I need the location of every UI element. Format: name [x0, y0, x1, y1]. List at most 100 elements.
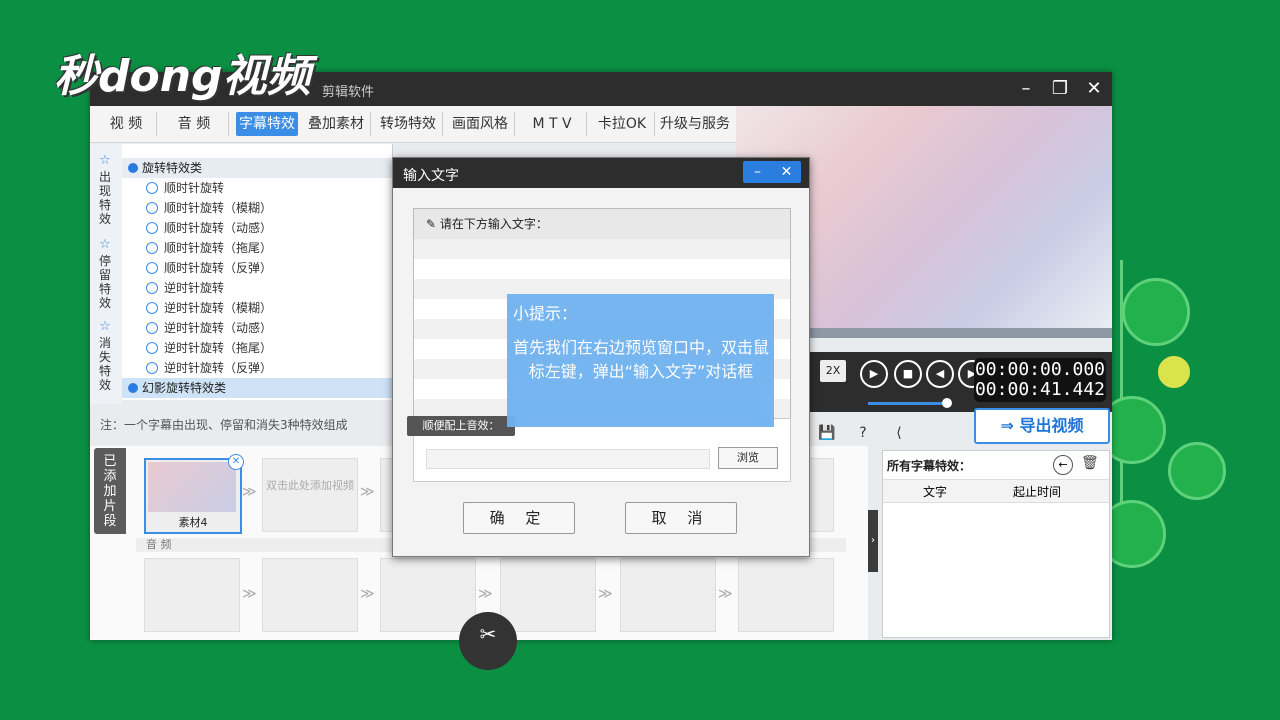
tip-heading: 小提示：: [513, 304, 578, 323]
radio-icon: [146, 262, 158, 274]
time-current: 00:00:00.000: [974, 359, 1106, 380]
effect-item[interactable]: 逆时针旋转（动感）: [122, 318, 392, 338]
effect-item[interactable]: 顺时针旋转（模糊）: [122, 198, 392, 218]
category-disappear[interactable]: ☆ 消失特效: [90, 320, 120, 393]
clip-name: 素材4: [178, 516, 208, 529]
tab-style[interactable]: 画面风格: [446, 112, 515, 136]
category-appear[interactable]: ☆ 出现特效: [90, 153, 120, 227]
main-tabs: 视 频 音 频 字幕特效 叠加素材 转场特效 画面风格 M T V 卡拉OK 升…: [90, 106, 736, 143]
radio-icon: [146, 342, 158, 354]
timecode-display: 00:00:00.000 00:00:41.442: [974, 358, 1106, 402]
empty-clip-slot[interactable]: 双击此处添加视频: [262, 458, 358, 532]
effect-item[interactable]: 顺时针旋转（动感）: [122, 218, 392, 238]
effect-item[interactable]: 逆时针旋转（反弹）: [122, 358, 392, 378]
effect-item[interactable]: 顺时针旋转（反弹）: [122, 258, 392, 278]
collapse-icon: [128, 383, 138, 393]
stop-icon[interactable]: ■: [894, 360, 922, 388]
close-icon[interactable]: ✕: [1082, 77, 1106, 101]
radio-icon: [146, 242, 158, 254]
close-icon[interactable]: ✕: [772, 161, 801, 183]
arrow-icon: ≫: [360, 586, 375, 602]
tip-overlay: 小提示： 首先我们在右边预览窗口中，双击鼠标左键，弹出“输入文字”对话框: [507, 294, 774, 427]
effect-item[interactable]: 逆时针旋转: [122, 278, 392, 298]
decor-dot: [1158, 356, 1190, 388]
cancel-button[interactable]: 取 消: [625, 502, 737, 534]
radio-icon: [146, 302, 158, 314]
effect-item[interactable]: 逆时针旋转（拖尾）: [122, 338, 392, 358]
category-stay[interactable]: ☆ 停留特效: [90, 237, 120, 311]
tab-video[interactable]: 视 频: [96, 112, 157, 136]
audio-slot[interactable]: [620, 558, 716, 632]
star-icon: ☆: [99, 237, 111, 252]
tab-transition[interactable]: 转场特效: [374, 112, 443, 136]
radio-icon: [146, 282, 158, 294]
star-icon: ☆: [99, 153, 111, 168]
arrow-icon: ≫: [718, 586, 733, 602]
audio-slot[interactable]: [738, 558, 834, 632]
audio-slot[interactable]: [380, 558, 476, 632]
share-icon[interactable]: ⟨: [890, 424, 908, 442]
arrow-icon: ≫: [598, 586, 613, 602]
tab-upgrade[interactable]: 升级与服务: [656, 112, 734, 136]
decor-circle: [1168, 442, 1226, 500]
radio-icon: [146, 362, 158, 374]
delete-icon[interactable]: 🗑: [1081, 455, 1099, 471]
radio-icon: [146, 182, 158, 194]
subtitle-effects-panel: 所有字幕特效： ← 🗑 文字 起止时间: [882, 450, 1110, 638]
panel-title: 所有字幕特效：: [887, 459, 972, 473]
help-icon[interactable]: ?: [854, 424, 872, 442]
tab-overlay[interactable]: 叠加素材: [302, 112, 371, 136]
back-icon[interactable]: ←: [1053, 455, 1073, 475]
added-clips-tab[interactable]: 已添加片段: [94, 448, 126, 534]
video-clip[interactable]: 素材4 ✕: [144, 454, 244, 534]
clip-thumbnail: [148, 462, 236, 512]
sound-file-input[interactable]: [426, 449, 710, 469]
dialog-title: 输入文字: [403, 168, 459, 184]
tab-mtv[interactable]: M T V: [518, 112, 587, 136]
col-text: 文字: [923, 485, 948, 499]
effect-item[interactable]: 顺时针旋转（拖尾）: [122, 238, 392, 258]
volume-slider[interactable]: [868, 402, 950, 405]
effect-group[interactable]: 幻影旋转特效类: [122, 378, 392, 398]
arrow-icon: ≫: [242, 586, 257, 602]
minimize-icon[interactable]: –: [743, 161, 772, 183]
audio-slot[interactable]: [262, 558, 358, 632]
export-video-button[interactable]: ⇒ 导出视频: [974, 408, 1110, 444]
tab-karaoke[interactable]: 卡拉OK: [590, 112, 655, 136]
speed-button[interactable]: 2X: [820, 360, 846, 382]
effect-list: 旋转特效类 顺时针旋转 顺时针旋转（模糊） 顺时针旋转（动感） 顺时针旋转（拖尾…: [122, 144, 393, 400]
audio-slot[interactable]: [500, 558, 596, 632]
radio-icon: [146, 222, 158, 234]
effect-item[interactable]: 逆时针旋转（模糊）: [122, 298, 392, 318]
effect-category-bar: ☆ 出现特效 ☆ 停留特效 ☆ 消失特效: [90, 144, 122, 404]
prev-icon[interactable]: ◀: [926, 360, 954, 388]
arrow-icon: ≫: [242, 484, 257, 500]
ok-button[interactable]: 确 定: [463, 502, 575, 534]
remove-clip-icon[interactable]: ✕: [228, 454, 244, 470]
arrow-icon: ≫: [478, 586, 493, 602]
edit-icon: ✎: [426, 217, 437, 231]
browse-button[interactable]: 浏览: [718, 447, 778, 469]
export-icon: ⇒: [1000, 416, 1020, 435]
scissors-icon[interactable]: ✂: [459, 612, 517, 670]
collapse-icon: [128, 163, 138, 173]
tab-subtitle-effects[interactable]: 字幕特效: [236, 112, 298, 136]
maximize-icon[interactable]: ❐: [1048, 77, 1072, 101]
effect-item[interactable]: 顺时针旋转: [122, 178, 392, 198]
audio-slot[interactable]: [144, 558, 240, 632]
radio-icon: [146, 322, 158, 334]
input-prompt: 请在下方输入文字：: [439, 217, 548, 231]
effect-group[interactable]: 旋转特效类: [122, 158, 392, 178]
play-icon[interactable]: ▶: [860, 360, 888, 388]
arrow-icon: ≫: [360, 484, 375, 500]
tab-audio[interactable]: 音 频: [160, 112, 229, 136]
minimize-icon[interactable]: –: [1014, 77, 1038, 101]
tip-body: 首先我们在右边预览窗口中，双击鼠标左键，弹出“输入文字”对话框: [513, 338, 770, 381]
sound-effect-label: 顺便配上音效：: [407, 416, 515, 436]
save-icon[interactable]: 💾: [818, 424, 836, 442]
volume-knob[interactable]: [942, 398, 952, 408]
panel-toggle-icon[interactable]: ›: [868, 510, 878, 572]
radio-icon: [146, 202, 158, 214]
decor-circle: [1122, 278, 1190, 346]
panel-table-header: 文字 起止时间: [883, 479, 1109, 503]
